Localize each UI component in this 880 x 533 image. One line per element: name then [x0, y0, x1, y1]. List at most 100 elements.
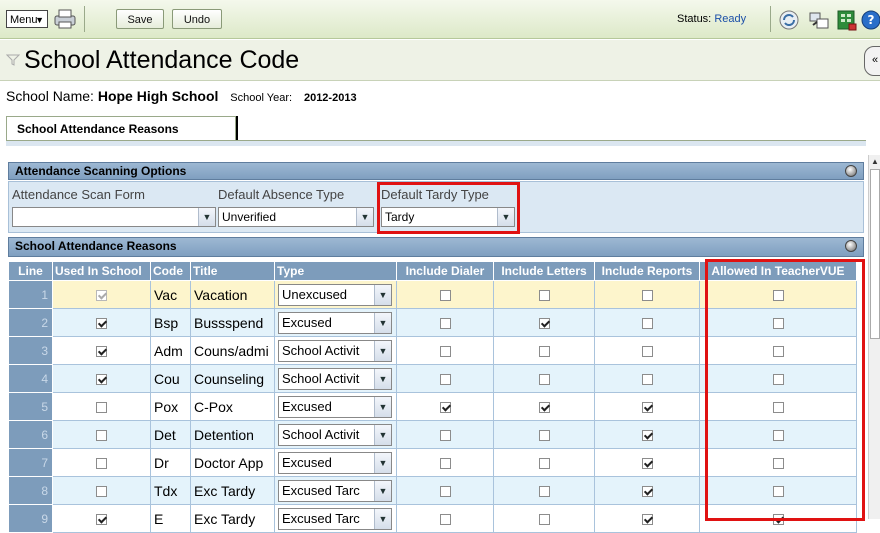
status-value: Ready — [714, 13, 747, 25]
printer-icon[interactable] — [52, 7, 78, 31]
type-cell: Excused ▼ — [274, 392, 397, 421]
reports-checkbox[interactable] — [641, 514, 653, 526]
dialer-checkbox[interactable] — [439, 430, 451, 442]
column-header[interactable]: Title — [190, 261, 275, 281]
letters-checkbox[interactable] — [538, 290, 550, 302]
toolbar-divider — [770, 6, 771, 32]
dialer-checkbox[interactable] — [439, 458, 451, 470]
chevron-down-icon: ▼ — [374, 368, 391, 389]
reports-checkbox[interactable] — [641, 402, 653, 414]
letters-checkbox[interactable] — [538, 458, 550, 470]
scan-form-select[interactable]: ▼ — [12, 207, 216, 227]
dialer-checkbox[interactable] — [439, 318, 451, 330]
used-checkbox[interactable] — [96, 318, 107, 330]
dialer-checkbox[interactable] — [439, 514, 451, 526]
line-number: 7 — [8, 448, 53, 477]
help-icon[interactable]: ? — [860, 9, 880, 31]
include-dialer-cell — [396, 308, 494, 337]
used-in-school-cell — [52, 476, 151, 505]
collapse-panel-button[interactable]: « — [864, 46, 880, 76]
letters-checkbox[interactable] — [538, 374, 550, 386]
chevron-down-icon: ▼ — [35, 15, 44, 25]
reports-checkbox[interactable] — [641, 458, 653, 470]
type-value: Unexcused — [282, 286, 348, 302]
type-select[interactable]: School Activit ▼ — [278, 423, 392, 446]
navigate-icon[interactable] — [808, 9, 830, 31]
used-checkbox[interactable] — [96, 374, 107, 386]
letters-checkbox[interactable] — [538, 402, 550, 414]
letters-checkbox[interactable] — [538, 486, 550, 498]
toolbar: Menu ▼ Save Undo Status: Ready ? — [0, 0, 880, 39]
type-select[interactable]: Excused ▼ — [278, 451, 392, 474]
dialer-checkbox[interactable] — [439, 290, 451, 302]
column-header[interactable]: Type — [274, 261, 397, 281]
tardy-type-highlight — [377, 182, 520, 234]
letters-checkbox[interactable] — [538, 318, 550, 330]
reports-checkbox[interactable] — [641, 430, 653, 442]
column-header[interactable]: Used In School — [52, 261, 151, 281]
chevron-down-icon: ▼ — [374, 480, 391, 501]
column-header[interactable]: Include Letters — [493, 261, 595, 281]
dialer-checkbox[interactable] — [439, 402, 451, 414]
line-number: 1 — [8, 280, 53, 309]
used-checkbox[interactable] — [96, 486, 107, 498]
used-checkbox[interactable] — [96, 346, 107, 358]
include-dialer-cell — [396, 280, 494, 309]
used-checkbox[interactable] — [96, 402, 107, 414]
reports-checkbox[interactable] — [641, 374, 653, 386]
absence-type-select[interactable]: Unverified ▼ — [218, 207, 374, 227]
reports-checkbox[interactable] — [641, 290, 653, 302]
vertical-scrollbar[interactable]: ▲ — [868, 155, 880, 519]
school-attendance-reasons-header[interactable]: School Attendance Reasons — [8, 237, 864, 257]
svg-text:?: ? — [868, 13, 875, 27]
collapse-section-icon[interactable] — [845, 240, 857, 252]
chevron-down-icon: ▼ — [198, 208, 215, 226]
column-header[interactable]: Include Reports — [594, 261, 700, 281]
reports-checkbox[interactable] — [641, 346, 653, 358]
reports-checkbox[interactable] — [641, 486, 653, 498]
include-reports-cell — [594, 392, 700, 421]
dialer-checkbox[interactable] — [439, 346, 451, 358]
letters-checkbox[interactable] — [538, 430, 550, 442]
menu-button[interactable]: Menu ▼ — [6, 10, 48, 28]
school-info: School Name: Hope High School School Yea… — [6, 88, 357, 104]
letters-checkbox[interactable] — [538, 514, 550, 526]
chevron-down-icon: ▼ — [356, 208, 373, 226]
type-value: Excused — [282, 454, 332, 470]
type-select[interactable]: School Activit ▼ — [278, 367, 392, 390]
tab-underline — [6, 140, 866, 146]
attendance-scanning-options-header[interactable]: Attendance Scanning Options — [8, 162, 864, 180]
filter-icon[interactable] — [6, 54, 20, 66]
code-cell: Cou — [150, 364, 191, 393]
dialer-checkbox[interactable] — [439, 374, 451, 386]
tab-school-attendance-reasons[interactable]: School Attendance Reasons — [6, 116, 236, 141]
include-reports-cell — [594, 308, 700, 337]
letters-checkbox[interactable] — [538, 346, 550, 358]
save-button[interactable]: Save — [116, 9, 164, 29]
reports-checkbox[interactable] — [641, 318, 653, 330]
scrollbar-thumb[interactable] — [870, 169, 880, 339]
column-header[interactable]: Line — [8, 261, 53, 281]
section-title: Attendance Scanning Options — [15, 164, 187, 178]
type-select[interactable]: Unexcused ▼ — [278, 283, 392, 306]
include-reports-cell — [594, 280, 700, 309]
column-header[interactable]: Code — [150, 261, 191, 281]
dialer-checkbox[interactable] — [439, 486, 451, 498]
used-checkbox[interactable] — [96, 290, 107, 302]
scroll-up-icon[interactable]: ▲ — [871, 157, 879, 166]
type-select[interactable]: Excused ▼ — [278, 311, 392, 334]
type-select[interactable]: Excused Tarc ▼ — [278, 479, 392, 502]
status-label: Status: — [677, 13, 712, 25]
refresh-icon[interactable] — [778, 9, 800, 31]
type-select[interactable]: School Activit ▼ — [278, 339, 392, 362]
status-indicator: Status: Ready — [677, 13, 746, 25]
collapse-section-icon[interactable] — [845, 165, 857, 177]
undo-button[interactable]: Undo — [172, 9, 222, 29]
used-checkbox[interactable] — [96, 458, 107, 470]
code-cell: Pox — [150, 392, 191, 421]
used-checkbox[interactable] — [96, 430, 107, 442]
column-header[interactable]: Include Dialer — [396, 261, 494, 281]
type-select[interactable]: Excused ▼ — [278, 395, 392, 418]
grid-report-icon[interactable] — [836, 9, 858, 31]
used-checkbox[interactable] — [96, 514, 107, 526]
